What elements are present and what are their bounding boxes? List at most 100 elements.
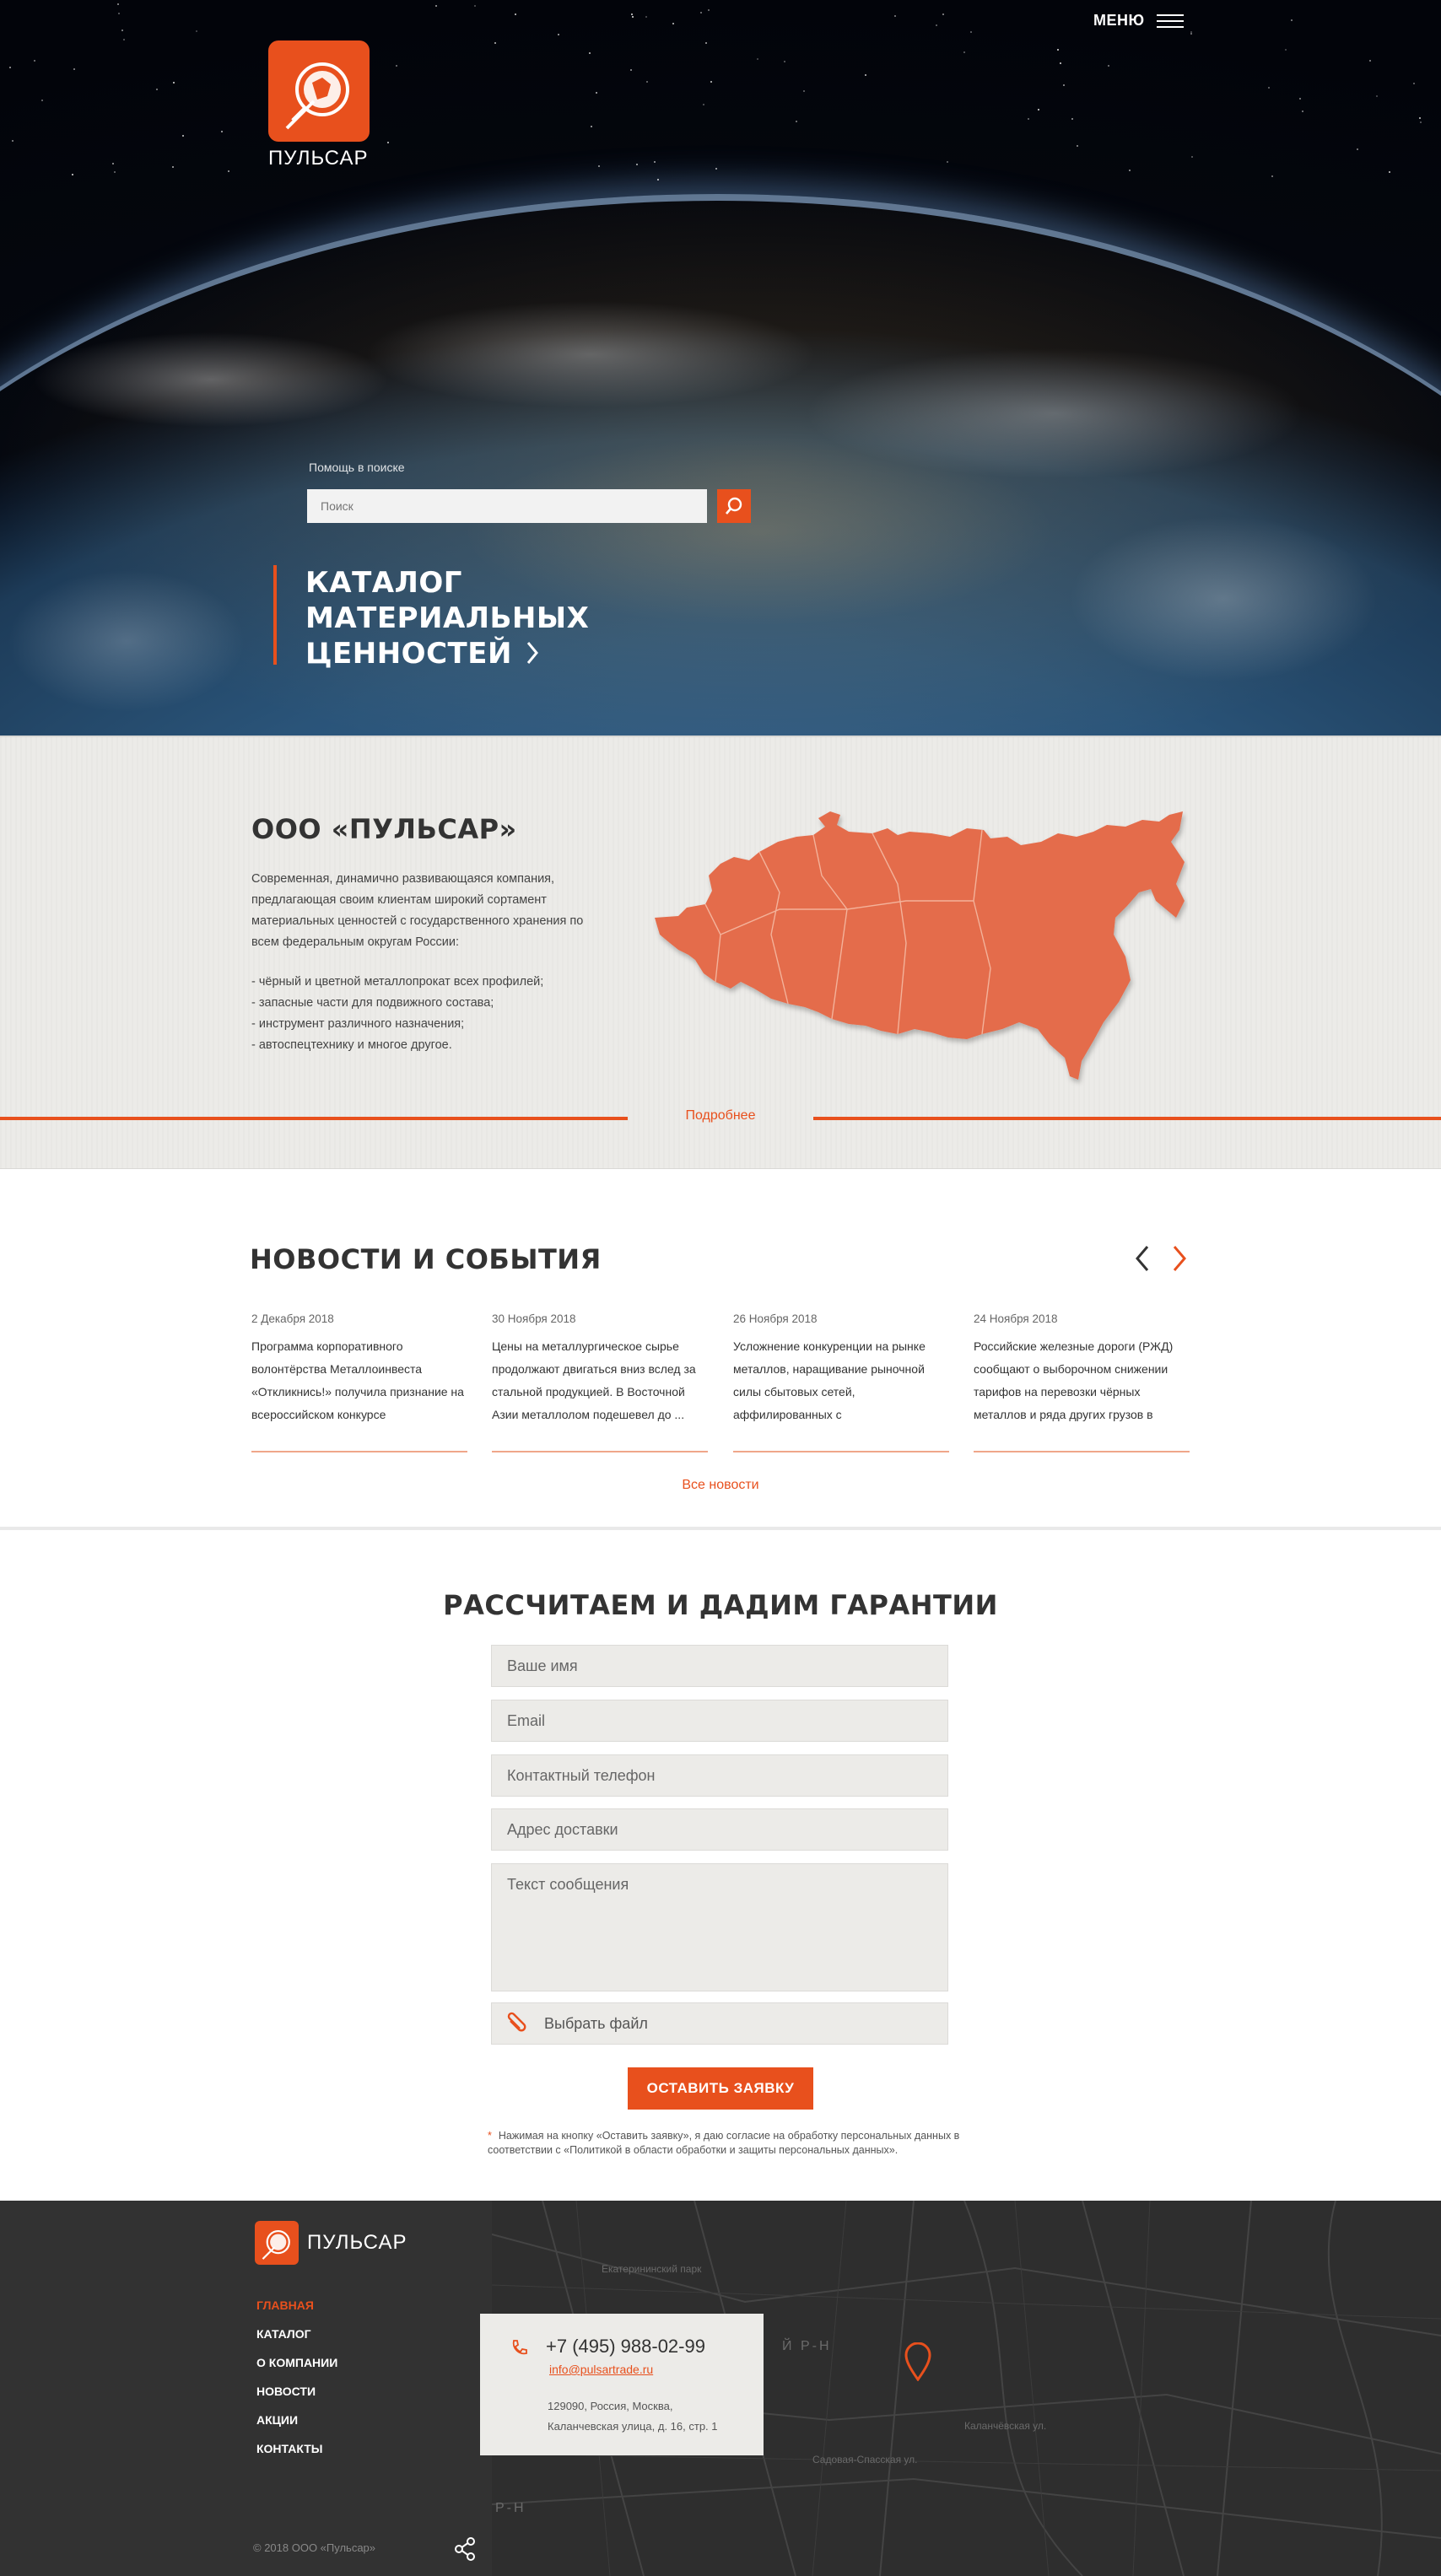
news-section: НОВОСТИ И СОБЫТИЯ 2 Декабря 2018 Програм…	[0, 1169, 1441, 1530]
name-field[interactable]	[491, 1645, 948, 1687]
chevron-left-icon	[1136, 1246, 1149, 1271]
star	[963, 51, 965, 53]
footer-logo[interactable]: ПУЛЬСАР	[255, 2221, 407, 2265]
address-line: Каланчевская улица, д. 16, стр. 1	[548, 2420, 718, 2433]
footer-nav-promotions[interactable]: АКЦИИ	[256, 2413, 337, 2427]
map-label: Садовая-Спасская ул.	[812, 2454, 918, 2466]
menu-button[interactable]: МЕНЮ	[1093, 12, 1184, 30]
divider-left	[0, 1117, 628, 1120]
map-label: Й Р-Н	[782, 2339, 832, 2353]
star	[596, 92, 597, 94]
star	[1108, 65, 1109, 67]
star	[387, 142, 389, 143]
copyright: © 2018 ООО «Пульсар»	[253, 2541, 376, 2554]
star	[1268, 87, 1270, 89]
star	[1191, 156, 1193, 158]
share-icon[interactable]	[452, 2536, 478, 2566]
footer: Екатерининский парк Й Р-Н Р-Н Садовая-Сп…	[0, 2201, 1441, 2576]
news-card[interactable]: 26 Ноября 2018 Усложнение конкуренции на…	[733, 1312, 949, 1452]
star	[435, 5, 437, 7]
footer-nav-home[interactable]: ГЛАВНАЯ	[256, 2298, 337, 2312]
footer-nav-news[interactable]: НОВОСТИ	[256, 2385, 337, 2398]
news-date: 2 Декабря 2018	[251, 1312, 334, 1325]
star	[672, 23, 674, 24]
news-text: Цены на металлургическое сырье продолжаю…	[492, 1339, 696, 1421]
star	[700, 12, 702, 13]
contact-card: +7 (495) 988-02-99 info@pulsartrade.ru 1…	[480, 2314, 764, 2455]
required-asterisk: *	[488, 2130, 492, 2142]
all-news-link[interactable]: Все новости	[0, 1478, 1441, 1493]
star	[591, 126, 592, 127]
star	[1060, 62, 1061, 64]
about-section: ООО «ПУЛЬСАР» Современная, динамично раз…	[0, 736, 1441, 1169]
star	[73, 68, 75, 70]
map-label: Екатерининский парк	[602, 2263, 702, 2275]
star	[657, 179, 659, 181]
map-label: Каланчёвская ул.	[964, 2420, 1047, 2432]
star	[474, 5, 476, 7]
map-pin-icon[interactable]	[904, 2342, 931, 2385]
star	[1063, 84, 1065, 86]
footer-logo-wordmark: ПУЛЬСАР	[307, 2231, 407, 2254]
more-link[interactable]: Подробнее	[628, 1108, 813, 1124]
news-card[interactable]: 30 Ноября 2018 Цены на металлургическое …	[492, 1312, 708, 1452]
star	[121, 30, 123, 31]
contact-phone[interactable]: +7 (495) 988-02-99	[546, 2336, 705, 2358]
search-input[interactable]	[307, 489, 707, 523]
news-card[interactable]: 2 Декабря 2018 Программа корпоративного …	[251, 1312, 467, 1452]
star	[9, 67, 11, 68]
star	[1419, 117, 1421, 119]
footer-nav-about[interactable]: О КОМПАНИИ	[256, 2356, 337, 2369]
email-field[interactable]	[491, 1700, 948, 1742]
phone-field[interactable]	[491, 1754, 948, 1797]
footer-nav-catalog[interactable]: КАТАЛОГ	[256, 2327, 337, 2341]
menu-label: МЕНЮ	[1093, 12, 1145, 29]
message-field[interactable]	[491, 1863, 948, 1991]
star	[118, 13, 120, 14]
star	[396, 65, 397, 67]
star	[72, 174, 73, 175]
about-list-item: - инструмент различного назначения;	[251, 1017, 465, 1031]
footer-nav-contacts[interactable]: КОНТАКТЫ	[256, 2442, 337, 2455]
catalog-link[interactable]: КАТАЛОГ МАТЕРИАЛЬНЫХ ЦЕННОСТЕЙ	[273, 565, 589, 671]
file-upload-button[interactable]: Выбрать файл	[491, 2002, 948, 2045]
paperclip-icon	[507, 2012, 526, 2032]
about-list: - чёрный и цветной металлопрокат всех пр…	[251, 972, 623, 1056]
star	[1291, 19, 1293, 21]
star	[34, 60, 35, 62]
news-card[interactable]: 24 Ноября 2018 Российские железные дорог…	[974, 1312, 1190, 1452]
contact-email[interactable]: info@pulsartrade.ru	[549, 2363, 653, 2376]
star	[645, 16, 647, 18]
star	[228, 170, 229, 172]
search-button[interactable]	[717, 489, 751, 523]
news-title: НОВОСТИ И СОБЫТИЯ	[250, 1243, 602, 1275]
logo[interactable]: ПУЛЬСАР	[268, 40, 373, 170]
news-next-button[interactable]	[1166, 1243, 1191, 1274]
catalog-line-1: КАТАЛОГ	[305, 566, 462, 600]
star	[114, 171, 116, 173]
star	[156, 89, 158, 90]
star	[1057, 49, 1059, 51]
star	[970, 31, 972, 33]
news-date: 30 Ноября 2018	[492, 1312, 576, 1325]
star	[757, 58, 758, 60]
star	[1038, 109, 1039, 110]
news-text: Усложнение конкуренции на рынке металлов…	[733, 1339, 926, 1421]
star	[598, 165, 600, 167]
star	[710, 81, 712, 83]
search-help-link[interactable]: Помощь в поиске	[309, 461, 405, 474]
chevron-right-icon	[526, 638, 539, 673]
logo-wordmark: ПУЛЬСАР	[268, 147, 369, 170]
news-prev-button[interactable]	[1131, 1243, 1156, 1274]
phone-icon	[510, 2339, 527, 2362]
file-upload-label: Выбрать файл	[544, 2014, 648, 2032]
submit-button[interactable]: ОСТАВИТЬ ЗАЯВКУ	[628, 2067, 813, 2110]
search-icon	[726, 497, 742, 515]
star	[1376, 95, 1378, 97]
star	[1077, 145, 1078, 147]
address-field[interactable]	[491, 1808, 948, 1851]
star	[1190, 33, 1192, 35]
about-title: ООО «ПУЛЬСАР»	[251, 813, 517, 845]
pulsar-logo-icon	[285, 62, 349, 130]
star	[1299, 98, 1301, 100]
